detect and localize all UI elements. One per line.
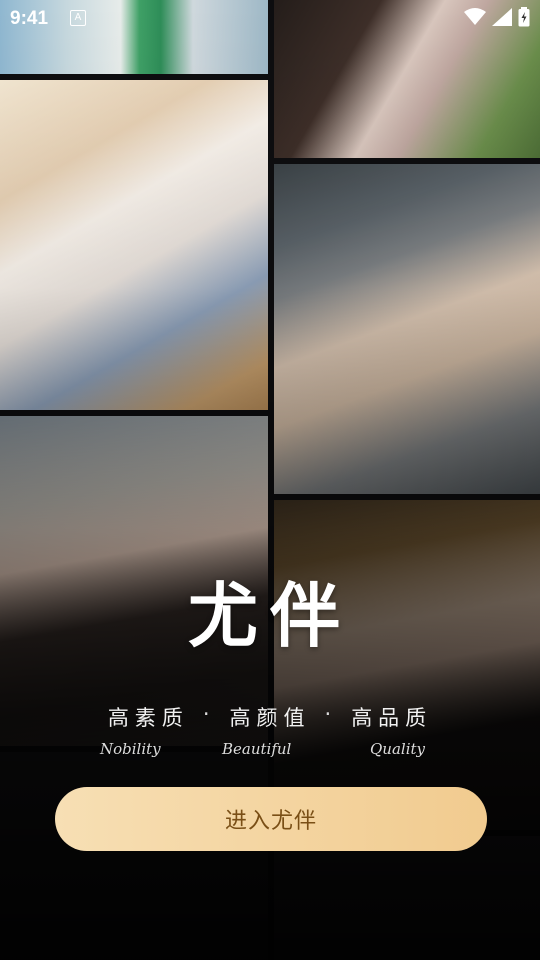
- slogan-beautiful: 高颜值: [229, 706, 311, 730]
- slogan-nobility: 高素质: [107, 706, 189, 730]
- slogan-separator: ·: [324, 702, 338, 726]
- brand-logo: 尤伴: [188, 574, 352, 657]
- subtitle-nobility: Nobility: [100, 740, 161, 758]
- battery-icon: [518, 7, 530, 27]
- slogan-quality: 高品质: [351, 706, 433, 730]
- notification-icon: A: [70, 10, 86, 26]
- subtitle-quality: Quality: [370, 740, 425, 758]
- wifi-icon: [464, 8, 486, 25]
- slogan-row: 高素质 · 高颜值 · 高品质: [0, 702, 540, 732]
- enter-button[interactable]: 进入尤伴: [55, 787, 487, 851]
- status-icons: [464, 7, 530, 27]
- subtitle-beautiful: Beautiful: [222, 740, 292, 758]
- status-time: 9:41: [10, 8, 49, 29]
- slogan-separator: ·: [202, 702, 216, 726]
- signal-icon: [492, 8, 512, 26]
- status-bar: 9:41 A: [0, 0, 540, 36]
